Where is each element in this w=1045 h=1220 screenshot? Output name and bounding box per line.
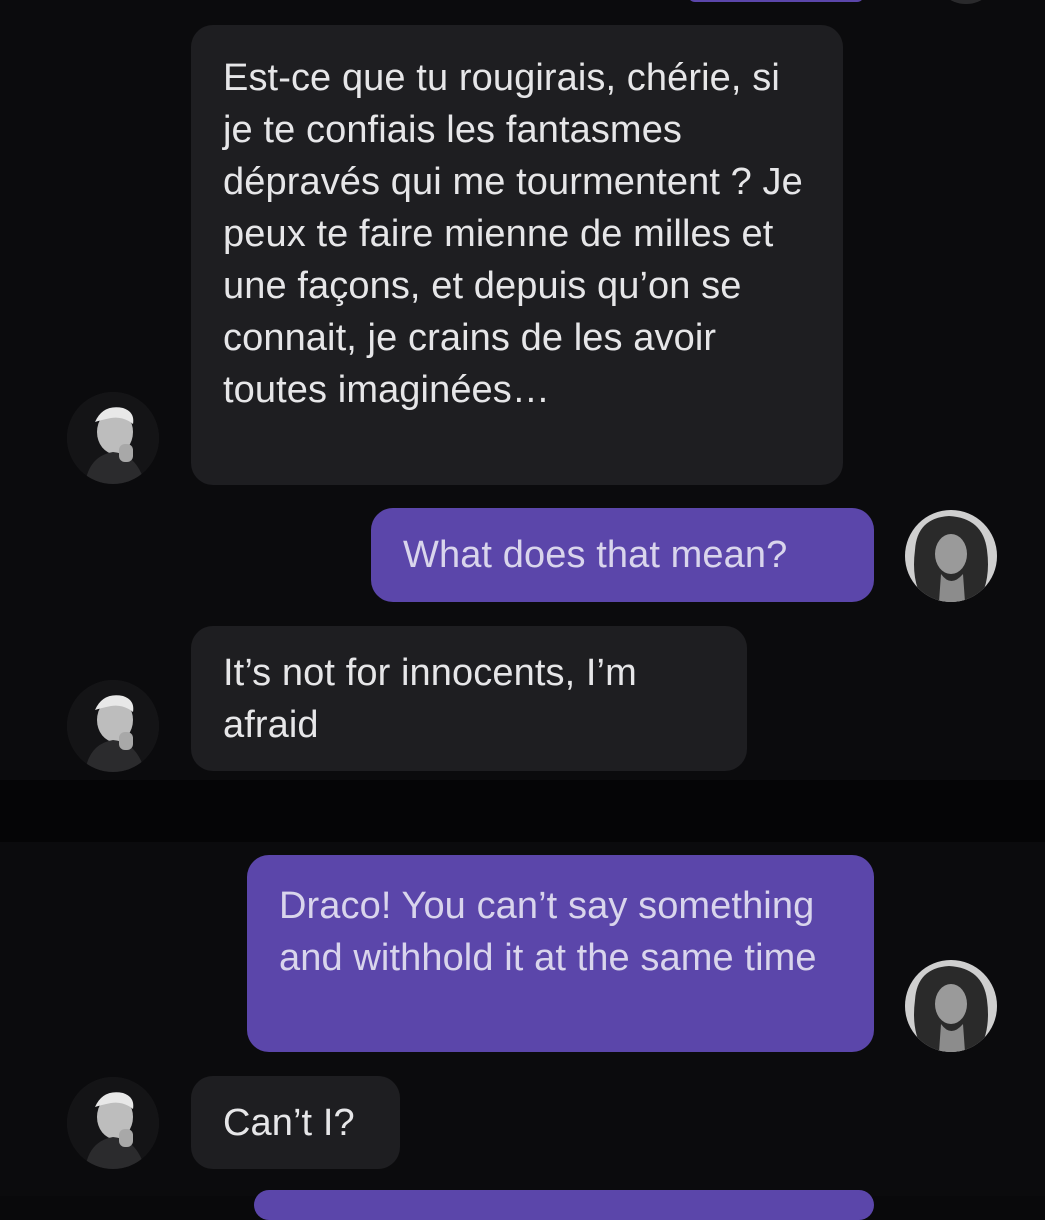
draco-avatar-icon[interactable] — [67, 392, 159, 484]
message-text: Can’t I? — [223, 1102, 355, 1144]
message-text: What does that mean? — [403, 534, 788, 576]
message-text: Draco! You can’t say something and withh… — [279, 885, 817, 979]
draco-avatar-icon[interactable] — [67, 680, 159, 772]
chat-thread[interactable]: Est-ce que tu rougirais, chérie, si je t… — [0, 0, 1045, 1220]
user-avatar-icon[interactable] — [905, 510, 997, 602]
next-message-bubble[interactable] — [254, 1190, 874, 1220]
user-avatar-icon[interactable] — [905, 960, 997, 1052]
draco-avatar-icon[interactable] — [67, 1077, 159, 1169]
section-divider — [0, 780, 1045, 842]
previous-message-bubble[interactable] — [688, 0, 864, 2]
message-bubble-incoming[interactable]: Can’t I? — [191, 1076, 400, 1169]
message-text: Est-ce que tu rougirais, chérie, si je t… — [223, 57, 803, 411]
message-bubble-incoming[interactable]: It’s not for innocents, I’m afraid — [191, 626, 747, 771]
message-text: It’s not for innocents, I’m afraid — [223, 652, 637, 746]
message-bubble-incoming[interactable]: Est-ce que tu rougirais, chérie, si je t… — [191, 25, 843, 485]
message-bubble-outgoing[interactable]: Draco! You can’t say something and withh… — [247, 855, 874, 1052]
message-bubble-outgoing[interactable]: What does that mean? — [371, 508, 874, 602]
